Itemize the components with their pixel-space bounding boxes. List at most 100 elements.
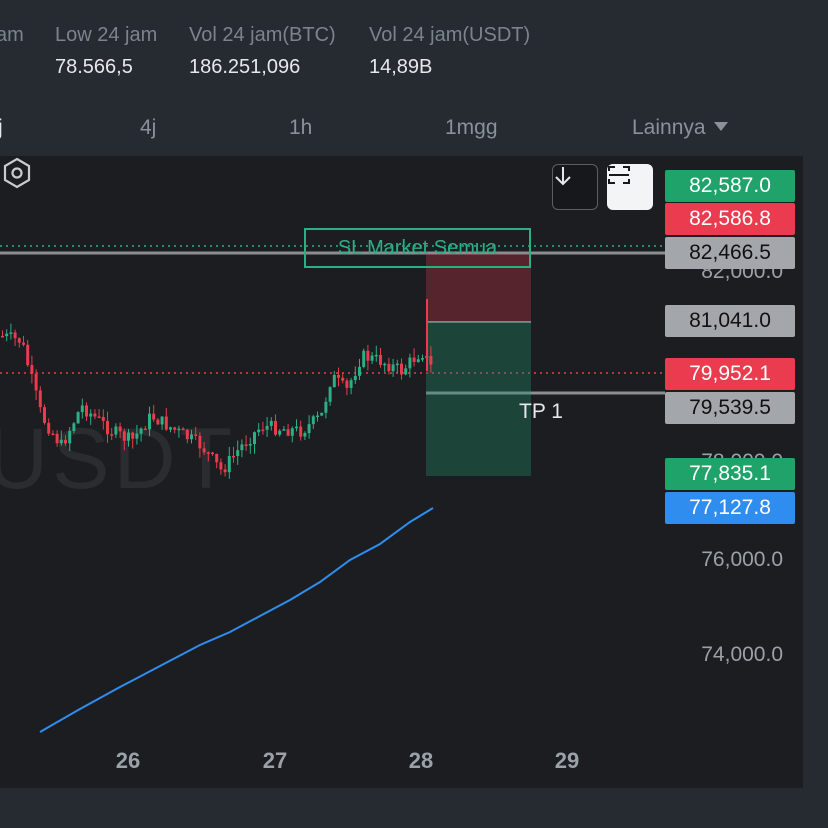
candle-body [299,426,303,437]
candle-body [383,363,387,366]
price-tag-target: 77,835.1 [665,458,795,490]
candle-body [118,426,122,432]
hexagon-settings-icon[interactable] [0,156,34,190]
tab-interval-1h[interactable]: 1h [289,116,312,140]
candle-body [324,401,328,413]
candle-body [261,429,265,432]
candle-body [303,433,307,437]
sl-market-label[interactable]: SL Market Semua [304,228,531,268]
fullscreen-icon [608,166,630,184]
moving-average-line [39,507,434,733]
download-button[interactable] [552,164,598,210]
candle-body [89,413,93,417]
candle-body [198,435,202,449]
candle-body [269,420,273,426]
tab-interval-4j[interactable]: 4j [140,116,156,140]
more-intervals-dropdown[interactable]: Lainnya [632,116,728,140]
candle-body [404,368,408,375]
candle-body [59,439,63,444]
candle-body [64,439,67,444]
candle-body [122,431,126,441]
candle-body [412,357,416,362]
candle-body [55,433,59,444]
candle-body [101,416,105,421]
candle-body [181,428,185,431]
candle-body [93,413,97,417]
candle-body [148,413,151,430]
candle-body [164,416,168,430]
candle-body [244,444,248,446]
vol-usdt-label: Vol 24 jam(USDT) [369,24,531,46]
date-label-27: 27 [262,748,288,773]
candle-body [43,407,46,423]
candle-body [169,427,172,430]
candle-body [139,428,143,434]
candle-body [395,363,399,366]
price-tag-current: 79,952.1 [665,358,795,390]
candle-body [76,412,80,424]
vol-btc-value: 186.251,096 [189,56,301,78]
candle-body [190,434,193,440]
candle-body [358,366,361,376]
price-tag-ma: 77,127.8 [665,492,795,524]
candle-body [429,356,433,365]
candle-body [236,450,240,456]
candle-body [152,413,156,420]
arrow-down-icon [555,167,571,186]
price-tag-last: 82,586.8 [665,203,795,235]
candle-body [160,416,164,425]
candle-body [274,420,277,435]
more-intervals-label: Lainnya [632,116,706,139]
candle-body [110,434,114,436]
candle-body [257,429,261,433]
candle-body [202,448,206,453]
low-24h-label: Low 24 jam [55,24,158,46]
price-tag-entry: 81,041.0 [665,305,795,337]
candle-body [9,332,13,334]
tab-interval-j[interactable]: j [0,116,3,140]
candle-body [379,354,382,365]
candle-body [219,462,223,470]
candle-body [332,374,336,388]
caret-down-icon [713,121,728,131]
candle-body [127,432,130,441]
candle-body [223,469,227,473]
candle-body [227,455,231,473]
take-profit-zone [426,322,531,476]
candle-body [211,452,214,455]
price-tag-sl[interactable]: 82,466.5 [665,237,795,269]
candle-body [387,363,391,372]
candle-body [97,416,101,418]
vol-usdt-value: 14,89B [369,56,433,78]
candle-body [34,373,38,391]
candle-body [240,444,244,451]
candle-body [156,419,160,425]
candle-body [143,428,147,431]
date-label-28: 28 [408,748,434,773]
candle-body [353,375,357,381]
candle-body [290,428,294,436]
candle-body [80,405,84,413]
tab-interval-1mgg[interactable]: 1mgg [445,116,498,140]
candle-body [320,412,324,416]
interval-tabs: j 4j 1h 1mgg Lainnya [0,106,828,150]
candle-body [408,357,412,369]
candle-body [1,336,4,338]
price-chart[interactable]: USDT SL Market Semua TP 1 82,000.0 78, [0,156,803,788]
fullscreen-button[interactable] [607,164,653,210]
price-tag-tp[interactable]: 79,539.5 [665,392,795,424]
candle-body [51,433,55,436]
high-24h-label: am [0,24,24,46]
candle-body [72,423,76,432]
tp-label[interactable]: TP 1 [519,400,563,424]
candle-body [185,429,189,440]
candle-body [30,365,34,374]
candle-body [349,380,353,388]
low-24h-value: 78.566,5 [55,56,133,78]
candle-body [131,432,135,439]
candle-body [13,332,17,339]
candle-body [135,433,139,439]
candle-body [328,387,332,402]
candle-body [47,422,51,434]
market-stats: am 0 Low 24 jam 78.566,5 Vol 24 jam(BTC)… [0,0,828,100]
